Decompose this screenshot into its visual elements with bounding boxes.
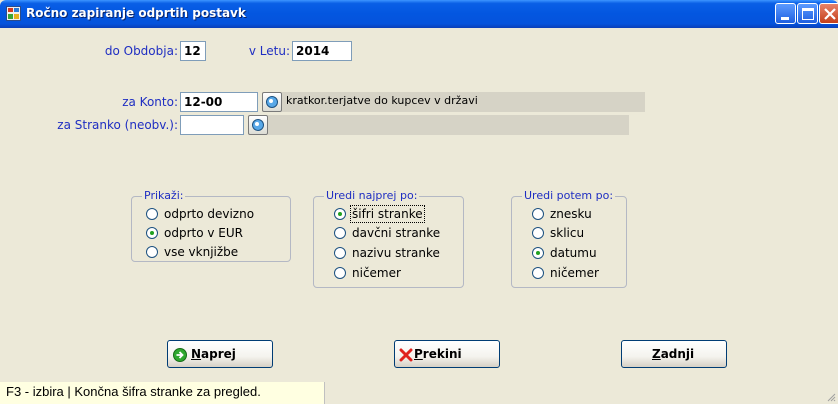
radio-circle bbox=[334, 227, 346, 239]
prekini-label: Prekini bbox=[414, 347, 462, 361]
zadnji-label-rest: adnji bbox=[660, 347, 695, 361]
radio-circle bbox=[146, 246, 158, 258]
resize-grip-icon[interactable] bbox=[826, 392, 836, 402]
zadnji-label: Zadnji bbox=[652, 347, 694, 361]
zadnji-mnemonic: Z bbox=[652, 347, 661, 361]
maximize-button[interactable] bbox=[797, 3, 818, 24]
search-icon bbox=[266, 96, 278, 108]
radio-circle bbox=[334, 208, 346, 220]
close-button[interactable] bbox=[819, 3, 838, 24]
radio-circle bbox=[532, 267, 544, 279]
radio-label: ničemer bbox=[352, 266, 401, 280]
radio-label: sklicu bbox=[550, 226, 585, 240]
uredi-potem-group-title: Uredi potem po: bbox=[522, 189, 616, 202]
naprej-button[interactable]: Naprej bbox=[167, 340, 273, 368]
prekini-button[interactable]: Prekini bbox=[394, 340, 500, 368]
x-icon bbox=[399, 348, 413, 362]
form-body: do Obdobja: 12 v Letu: 2014 za Konto: 12… bbox=[0, 28, 838, 404]
year-input[interactable]: 2014 bbox=[292, 41, 352, 61]
title-bar[interactable]: Ročno zapiranje odprtih postavk bbox=[0, 0, 838, 28]
radio-label: odprto devizno bbox=[164, 207, 255, 221]
stranka-lookup-button[interactable] bbox=[248, 115, 268, 135]
maximize-icon bbox=[802, 8, 814, 20]
period-input[interactable]: 12 bbox=[180, 41, 206, 61]
naprej-mnemonic: N bbox=[191, 347, 202, 361]
radio-label: odprto v EUR bbox=[164, 226, 243, 240]
radio-label: datumu bbox=[550, 246, 597, 260]
radio-label: nazivu stranke bbox=[352, 246, 440, 260]
prekini-mnemonic: P bbox=[414, 347, 423, 361]
uredi-najprej-group: Uredi najprej po: šifri stranke davčni s… bbox=[313, 189, 464, 288]
prekini-label-rest: rekini bbox=[422, 347, 462, 361]
radio-circle bbox=[334, 267, 346, 279]
stranka-input[interactable] bbox=[180, 115, 244, 135]
radio-circle bbox=[532, 247, 544, 259]
radio-circle bbox=[532, 227, 544, 239]
uredi-najprej-group-title: Uredi najprej po: bbox=[324, 189, 420, 202]
prikazi-group-title: Prikaži: bbox=[142, 189, 186, 202]
radio-label: ničemer bbox=[550, 266, 599, 280]
zadnji-button[interactable]: Zadnji bbox=[621, 340, 727, 368]
prikazi-group: Prikaži: odprto devizno odprto v EUR vse… bbox=[131, 189, 291, 262]
radio-circle bbox=[532, 208, 544, 220]
uredi-potem-group: Uredi potem po: znesku sklicu datumu nič… bbox=[511, 189, 627, 288]
year-label: v Letu: bbox=[248, 44, 290, 58]
close-icon bbox=[824, 8, 836, 20]
period-label: do Obdobja: bbox=[104, 44, 178, 58]
search-icon bbox=[252, 119, 264, 131]
konto-description: kratkor.terjatve do kupcev v državi bbox=[282, 92, 645, 112]
radio-label: vse vknjižbe bbox=[164, 245, 239, 259]
app-icon bbox=[6, 6, 21, 21]
naprej-label: Naprej bbox=[191, 347, 236, 361]
radio-circle bbox=[334, 247, 346, 259]
radio-label: davčni stranke bbox=[352, 226, 441, 240]
status-bar: F3 - izbira | Končna šifra stranke za pr… bbox=[0, 382, 838, 404]
radio-selected-dot bbox=[150, 231, 154, 235]
main-window: Ročno zapiranje odprtih postavk do Obdob… bbox=[0, 0, 838, 404]
stranka-label: za Stranko (neobv.): bbox=[57, 118, 178, 132]
radio-circle bbox=[146, 208, 158, 220]
minimize-icon bbox=[781, 17, 789, 20]
stranka-description bbox=[268, 115, 629, 135]
konto-label: za Konto: bbox=[122, 95, 178, 109]
konto-input[interactable]: 12-00 bbox=[180, 92, 258, 112]
konto-lookup-button[interactable] bbox=[262, 92, 282, 112]
radio-label: znesku bbox=[550, 207, 592, 221]
radio-selected-dot bbox=[338, 212, 342, 216]
status-text: F3 - izbira | Končna šifra stranke za pr… bbox=[0, 382, 325, 404]
radio-circle bbox=[146, 227, 158, 239]
naprej-label-rest: aprej bbox=[201, 347, 236, 361]
radio-label: šifri stranke bbox=[350, 205, 425, 223]
arrow-right-icon bbox=[173, 348, 187, 362]
minimize-button[interactable] bbox=[775, 3, 796, 24]
window-title: Ročno zapiranje odprtih postavk bbox=[26, 6, 246, 20]
radio-selected-dot bbox=[536, 251, 540, 255]
